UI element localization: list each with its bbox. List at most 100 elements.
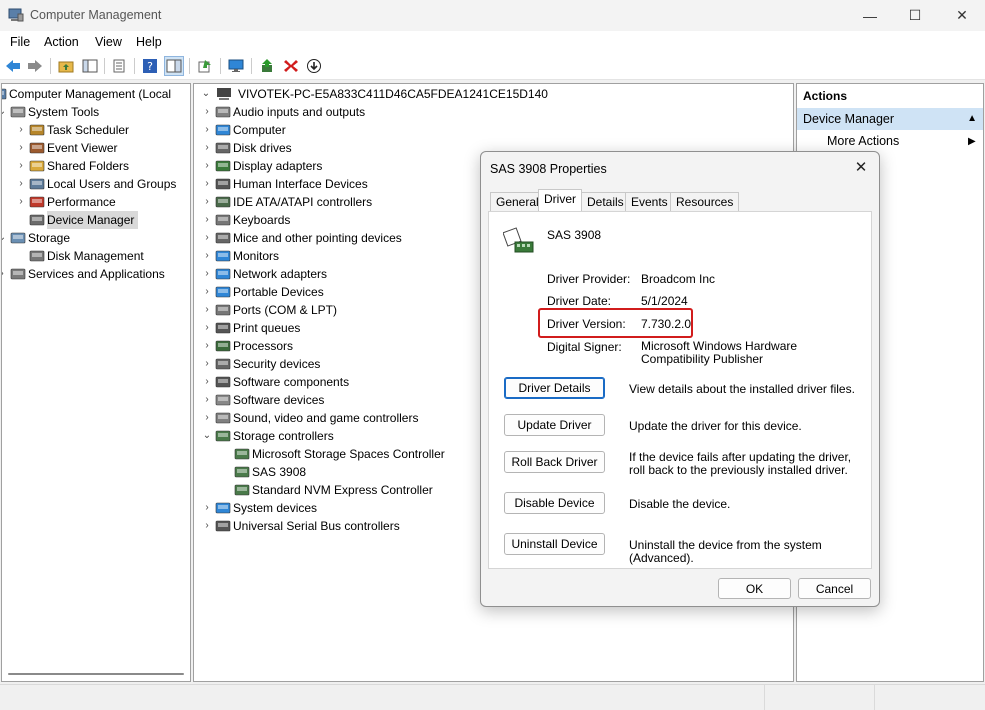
console-tree-item[interactable]: › Task Scheduler [19, 121, 133, 139]
chevron-right-icon[interactable]: › [201, 247, 213, 265]
close-button[interactable]: ✕ [939, 0, 985, 31]
chevron-right-icon[interactable]: › [201, 355, 213, 373]
menu-file[interactable]: File [10, 35, 30, 49]
chevron-right-icon[interactable]: › [15, 193, 27, 211]
console-tree-item[interactable]: ⌄ Storage [2, 229, 74, 247]
chevron-down-icon[interactable]: ⌄ [201, 427, 213, 445]
console-tree-item[interactable]: Computer Management (Local [2, 85, 175, 103]
minimize-button[interactable]: — [847, 0, 893, 31]
device-tree-item[interactable]: › Sound, video and game controllers [205, 409, 422, 427]
console-tree-item[interactable]: ⌄ System Tools [2, 103, 103, 121]
download-toolbar-button[interactable] [305, 57, 323, 75]
actions-section-device-manager[interactable]: Device Manager ▲ [797, 108, 983, 130]
scan-hardware-button[interactable] [227, 57, 245, 75]
console-tree-item[interactable]: › Services and Applications [2, 265, 169, 283]
chevron-right-icon[interactable]: › [201, 517, 213, 535]
device-tree-root[interactable]: ⌄ VIVOTEK-PC-E5A833C411D46CA5FDEA1241CE1… [194, 85, 793, 103]
device-tree-item[interactable]: Microsoft Storage Spaces Controller [234, 445, 449, 463]
chevron-right-icon[interactable]: › [15, 139, 27, 157]
device-tree-item[interactable]: › Universal Serial Bus controllers [205, 517, 404, 535]
chevron-right-icon[interactable]: › [201, 157, 213, 175]
chevron-right-icon[interactable]: › [201, 337, 213, 355]
menu-action[interactable]: Action [44, 35, 79, 49]
device-tree-item[interactable]: ⌄ Storage controllers [203, 427, 338, 445]
forward-button[interactable] [26, 57, 44, 75]
driver-details-button[interactable]: Driver Details [504, 377, 605, 399]
device-tree-item[interactable]: › Software components [205, 373, 353, 391]
uninstall-toolbar-button[interactable] [282, 57, 300, 75]
help-button[interactable]: ? [141, 57, 159, 75]
show-action-pane-button[interactable] [164, 56, 184, 76]
cancel-button[interactable]: Cancel [798, 578, 871, 599]
chevron-right-icon[interactable]: › [2, 265, 8, 283]
disable-device-button[interactable]: Disable Device [504, 492, 605, 514]
device-tree-item[interactable]: › Human Interface Devices [205, 175, 372, 193]
tab-details[interactable]: Details [581, 192, 630, 211]
more-actions-item[interactable]: More Actions [827, 134, 899, 148]
horizontal-scrollbar[interactable] [8, 673, 184, 675]
device-tree-item[interactable]: › Portable Devices [205, 283, 328, 301]
device-tree-item[interactable]: Standard NVM Express Controller [234, 481, 437, 499]
console-tree-pane[interactable]: Computer Management (Local⌄System Tools›… [1, 83, 191, 682]
device-tree-item[interactable]: › Processors [205, 337, 297, 355]
device-tree-item[interactable]: › Computer [205, 121, 290, 139]
chevron-right-icon[interactable]: › [15, 121, 27, 139]
chevron-right-icon[interactable]: › [201, 301, 213, 319]
tab-resources[interactable]: Resources [670, 192, 740, 211]
menu-view[interactable]: View [95, 35, 122, 49]
menu-help[interactable]: Help [136, 35, 162, 49]
chevron-right-icon[interactable]: › [201, 373, 213, 391]
chevron-right-icon[interactable]: › [201, 193, 213, 211]
chevron-down-icon[interactable]: ⌄ [2, 229, 8, 247]
chevron-right-icon[interactable]: › [201, 391, 213, 409]
device-tree-item[interactable]: › Disk drives [205, 139, 296, 157]
device-tree-item[interactable]: › Keyboards [205, 211, 294, 229]
update-driver-button[interactable]: Update Driver [504, 414, 605, 436]
up-folder-button[interactable] [57, 57, 75, 75]
device-tree-item[interactable]: › IDE ATA/ATAPI controllers [205, 193, 376, 211]
device-tree-item[interactable]: › System devices [205, 499, 321, 517]
back-button[interactable] [4, 57, 22, 75]
chevron-right-icon[interactable]: › [201, 211, 213, 229]
show-hide-tree-button[interactable] [81, 57, 99, 75]
chevron-right-icon[interactable]: › [201, 265, 213, 283]
tab-events[interactable]: Events [625, 192, 674, 211]
chevron-right-icon[interactable]: › [201, 409, 213, 427]
tab-driver[interactable]: Driver [538, 189, 582, 211]
device-tree-item[interactable]: › Security devices [205, 355, 324, 373]
device-tree-item[interactable]: › Audio inputs and outputs [205, 103, 369, 121]
ok-button[interactable]: OK [718, 578, 791, 599]
maximize-button[interactable]: ☐ [892, 0, 938, 31]
device-tree-item[interactable]: › Software devices [205, 391, 328, 409]
device-tree-item[interactable]: › Network adapters [205, 265, 331, 283]
uninstall-device-button[interactable]: Uninstall Device [504, 533, 605, 555]
update-driver-toolbar-button[interactable] [259, 57, 277, 75]
chevron-right-icon[interactable]: › [201, 229, 213, 247]
console-tree-item[interactable]: Disk Management [29, 247, 148, 265]
chevron-down-icon[interactable]: ⌄ [2, 103, 8, 121]
console-tree-item[interactable]: › Local Users and Groups [19, 175, 180, 193]
roll-back-driver-button[interactable]: Roll Back Driver [504, 451, 605, 473]
chevron-right-icon[interactable]: › [15, 175, 27, 193]
device-tree-item[interactable]: › Display adapters [205, 157, 326, 175]
chevron-right-icon[interactable]: › [201, 283, 213, 301]
dialog-close-button[interactable]: ✕ [851, 158, 871, 178]
console-tree-item[interactable]: › Shared Folders [19, 157, 133, 175]
device-tree-item[interactable]: › Print queues [205, 319, 304, 337]
device-tree-item[interactable]: SAS 3908 [234, 463, 310, 481]
chevron-right-icon[interactable]: › [201, 499, 213, 517]
properties-button[interactable] [110, 57, 128, 75]
device-tree-item[interactable]: › Mice and other pointing devices [205, 229, 406, 247]
console-tree-item[interactable]: Device Manager [29, 211, 139, 229]
device-tree-item[interactable]: › Ports (COM & LPT) [205, 301, 341, 319]
chevron-right-icon[interactable]: › [15, 157, 27, 175]
tab-general[interactable]: General [490, 192, 545, 211]
chevron-right-icon[interactable]: › [201, 139, 213, 157]
console-tree-item[interactable]: › Event Viewer [19, 139, 121, 157]
chevron-right-icon[interactable]: › [201, 103, 213, 121]
chevron-right-icon[interactable]: › [201, 175, 213, 193]
collapse-up-icon[interactable]: ▲ [967, 108, 977, 130]
chevron-down-icon[interactable]: ⌄ [200, 85, 212, 103]
export-list-button[interactable] [196, 57, 214, 75]
chevron-right-icon[interactable]: › [201, 121, 213, 139]
